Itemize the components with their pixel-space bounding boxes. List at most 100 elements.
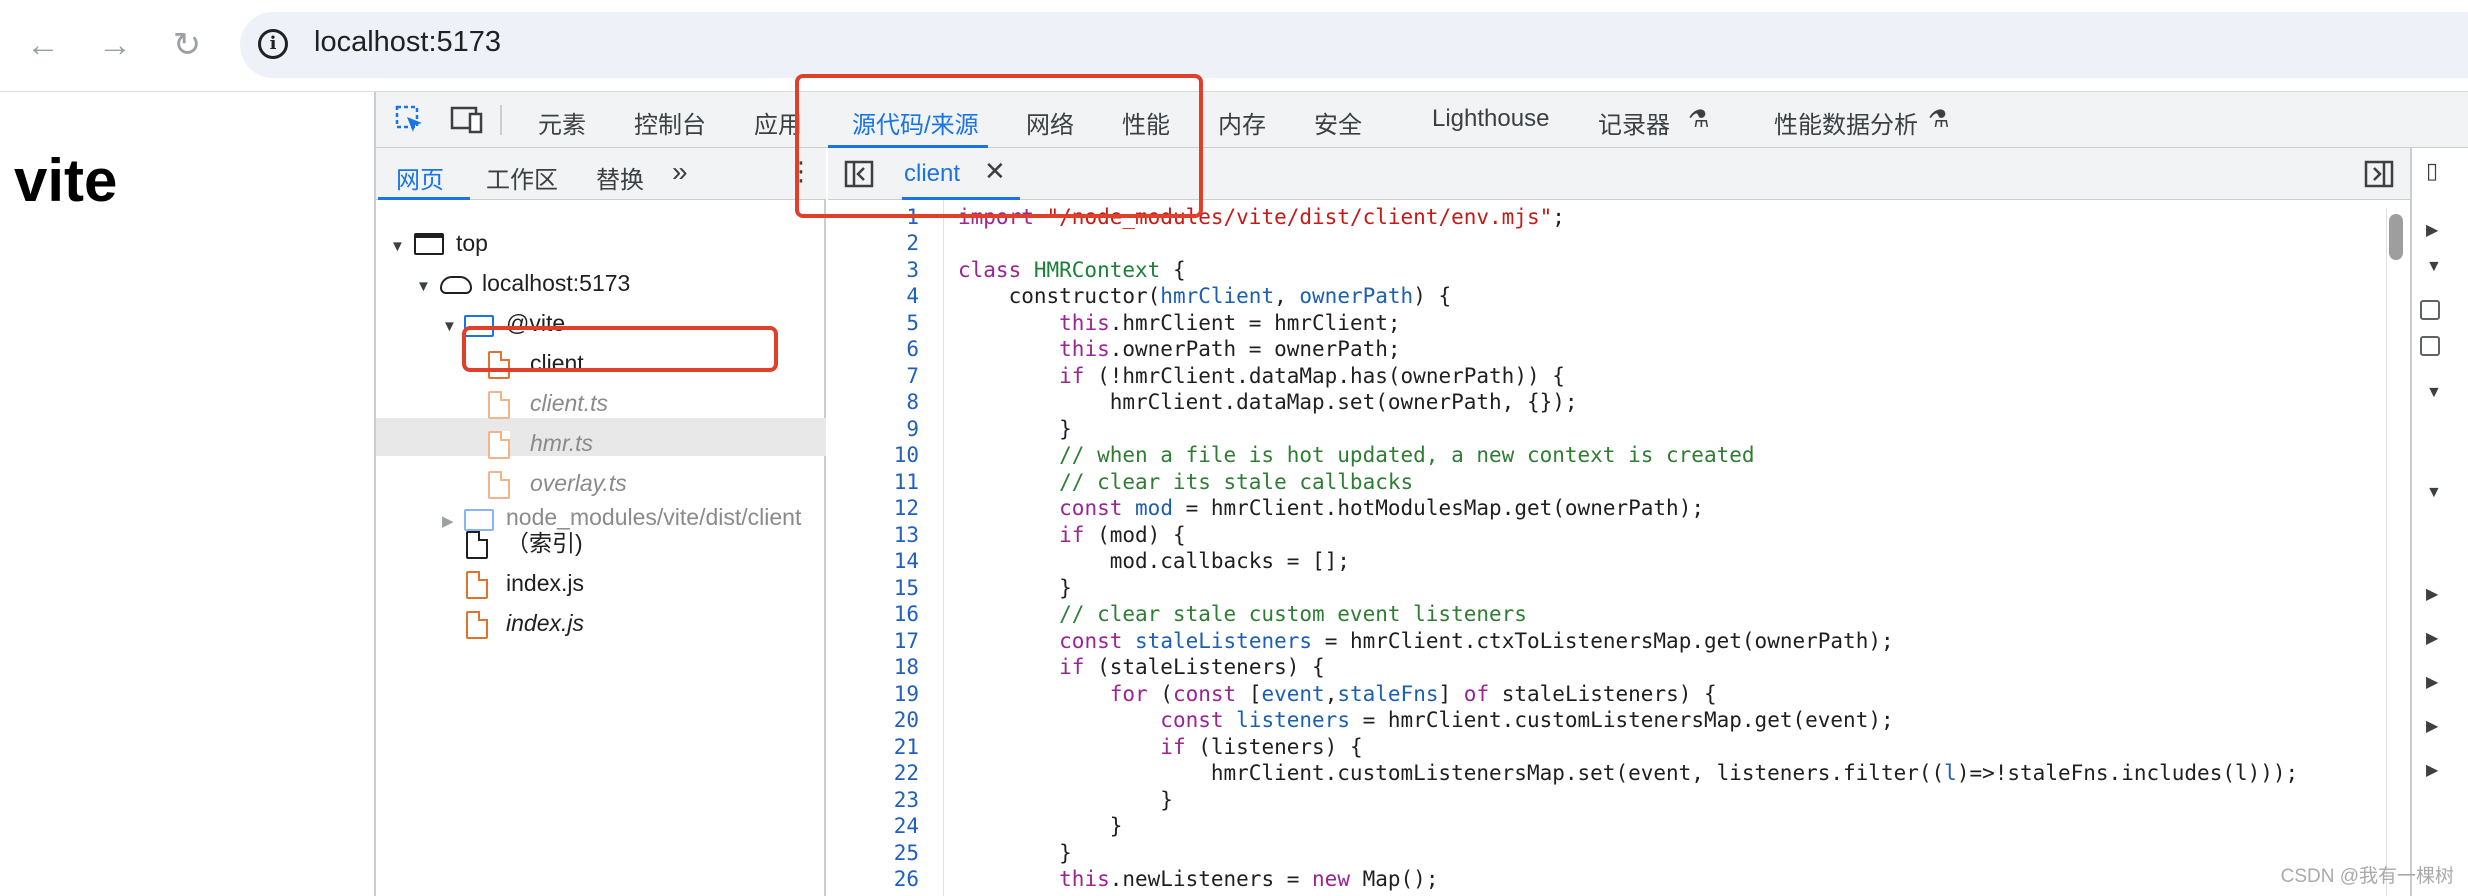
devtools-tabbar: 元素 控制台 应用 源代码/来源 网络 性能 内存 安全 Lighthouse … [376,92,2468,148]
collapsed-triangle-icon[interactable]: ▶ [442,512,454,530]
page-heading: vite [14,147,118,214]
expand-triangle-icon[interactable]: ▼ [442,318,457,335]
line-number[interactable]: 16 [894,602,919,626]
device-toolbar-icon[interactable] [450,104,484,136]
line-number-gutter: 1 2 3 4 5 6 7 8 9 10 11 12 13 14 15 16 17 18 19 20 21 22 23 24 2… [828,200,944,896]
expand-triangle-icon[interactable]: ▼ [416,278,431,295]
code-line-11: // clear its stale callbacks [958,470,1414,494]
file-icon [466,611,488,639]
collapsed-triangle-icon[interactable]: ▶ [2426,760,2438,780]
tree-item-index-js-alt[interactable]: index.js [506,604,584,642]
line-number[interactable]: 21 [894,735,919,759]
tree-item-host[interactable]: localhost:5173 [482,264,630,302]
folder-icon [464,509,494,531]
toggle-debugger-icon[interactable] [2364,160,2394,188]
subtab-page[interactable]: 网页 [396,160,444,195]
tree-item-hmr-ts[interactable]: hmr.ts [530,424,593,462]
tree-item-overlay-ts[interactable]: overlay.ts [530,464,627,502]
forward-icon[interactable]: → [92,22,138,68]
tree-item-top[interactable]: top [456,224,488,262]
line-number[interactable]: 8 [906,390,919,414]
tab-elements[interactable]: 元素 [538,105,586,140]
code-line-22: hmrClient.customListenersMap.set(event, … [958,761,2299,785]
inspect-element-icon[interactable] [394,104,426,136]
sources-navigator: 网页 工作区 替换 » ⋮ ▼ top ▼ localhost:5173 ▼ @… [376,148,826,896]
line-number[interactable]: 5 [906,311,919,335]
tree-item-client-ts[interactable]: client.ts [530,384,608,422]
address-bar[interactable] [240,12,2468,78]
cloud-icon [440,276,472,294]
code-line-8: hmrClient.dataMap.set(ownerPath, {}); [958,390,1578,414]
debugger-sidebar: ▯ ▶ ▼ ▼ ▼ ▶ ▶ ▶ ▶ ▶ [2410,148,2468,896]
tab-memory[interactable]: 内存 [1218,105,1266,140]
line-number[interactable]: 10 [894,443,919,467]
collapsed-triangle-icon[interactable]: ▶ [2426,220,2438,240]
code-line-23: } [958,788,1173,812]
line-number[interactable]: 7 [906,364,919,388]
collapsed-triangle-icon[interactable]: ▶ [2426,584,2438,604]
tree-item-index[interactable]: （索引) [506,524,583,562]
selected-row-highlight [376,418,826,456]
line-number[interactable]: 2 [906,231,919,255]
code-line-13: if (mod) { [1059,523,1186,547]
line-number[interactable]: 3 [906,258,919,282]
more-tabs-icon[interactable]: » [672,156,688,188]
line-number[interactable]: 9 [906,417,919,441]
tree-item-index-js[interactable]: index.js [506,564,584,602]
code-line-21: if (listeners) { [1160,735,1363,759]
expand-triangle-icon[interactable]: ▼ [2426,484,2442,502]
line-number[interactable]: 25 [894,841,919,865]
line-number[interactable]: 17 [894,629,919,653]
url-text[interactable]: localhost:5173 [314,26,501,59]
line-number[interactable]: 13 [894,523,919,547]
code-line-7: if (!hmrClient.dataMap.has(ownerPath)) { [1059,364,1565,388]
code-line-6: this.ownerPath = ownerPath; [1059,337,1401,361]
expand-triangle-icon[interactable]: ▼ [2426,258,2442,276]
back-icon[interactable]: ← [20,22,66,68]
line-number[interactable]: 4 [906,284,919,308]
line-number[interactable]: 6 [906,337,919,361]
scroll-thumb[interactable] [2389,214,2403,260]
line-number[interactable]: 23 [894,788,919,812]
browser-toolbar: ← → ↻ i localhost:5173 [0,0,2468,92]
subtab-overrides[interactable]: 替换 [596,160,644,195]
subtab-workspace[interactable]: 工作区 [486,160,558,195]
code-line-25: } [958,841,1072,865]
code-line-24: } [958,814,1123,838]
tab-console[interactable]: 控制台 [634,105,706,140]
line-number[interactable]: 14 [894,549,919,573]
line-number[interactable]: 11 [894,470,919,494]
code-line-14: mod.callbacks = []; [958,549,1350,573]
expand-triangle-icon[interactable]: ▼ [2426,384,2442,402]
expand-triangle-icon[interactable]: ▼ [390,238,405,255]
tab-performance-insights[interactable]: 性能数据分析 [1774,105,1918,140]
document-icon [466,531,488,559]
info-icon[interactable]: i [258,29,288,59]
pane-icon[interactable]: ▯ [2426,158,2438,184]
tab-lighthouse[interactable]: Lighthouse [1432,105,1549,133]
line-number[interactable]: 20 [894,708,919,732]
tab-recorder[interactable]: 记录器 [1598,105,1670,140]
checkbox[interactable] [2420,300,2440,320]
line-number[interactable]: 18 [894,655,919,679]
collapsed-triangle-icon[interactable]: ▶ [2426,716,2438,736]
reload-icon[interactable]: ↻ [164,22,210,68]
line-number[interactable]: 15 [894,576,919,600]
line-number[interactable]: 12 [894,496,919,520]
collapsed-triangle-icon[interactable]: ▶ [2426,628,2438,648]
code-line-17: const staleListeners = hmrClient.ctxToLi… [1059,629,1894,653]
code-line-3: class HMRContext { [958,258,1186,282]
code-line-20: const listeners = hmrClient.customListen… [1160,708,1894,732]
line-number[interactable]: 26 [894,867,919,891]
file-icon [488,471,510,499]
tab-security[interactable]: 安全 [1314,105,1362,140]
code-line-12: const mod = hmrClient.hotModulesMap.get(… [1059,496,1704,520]
line-number[interactable]: 22 [894,761,919,785]
collapsed-triangle-icon[interactable]: ▶ [2426,672,2438,692]
checkbox[interactable] [2420,336,2440,356]
code-line-18: if (staleListeners) { [1059,655,1325,679]
line-number[interactable]: 24 [894,814,919,838]
editor-scrollbar[interactable] [2386,208,2404,896]
line-number[interactable]: 19 [894,682,919,706]
subtab-indicator [378,197,470,200]
